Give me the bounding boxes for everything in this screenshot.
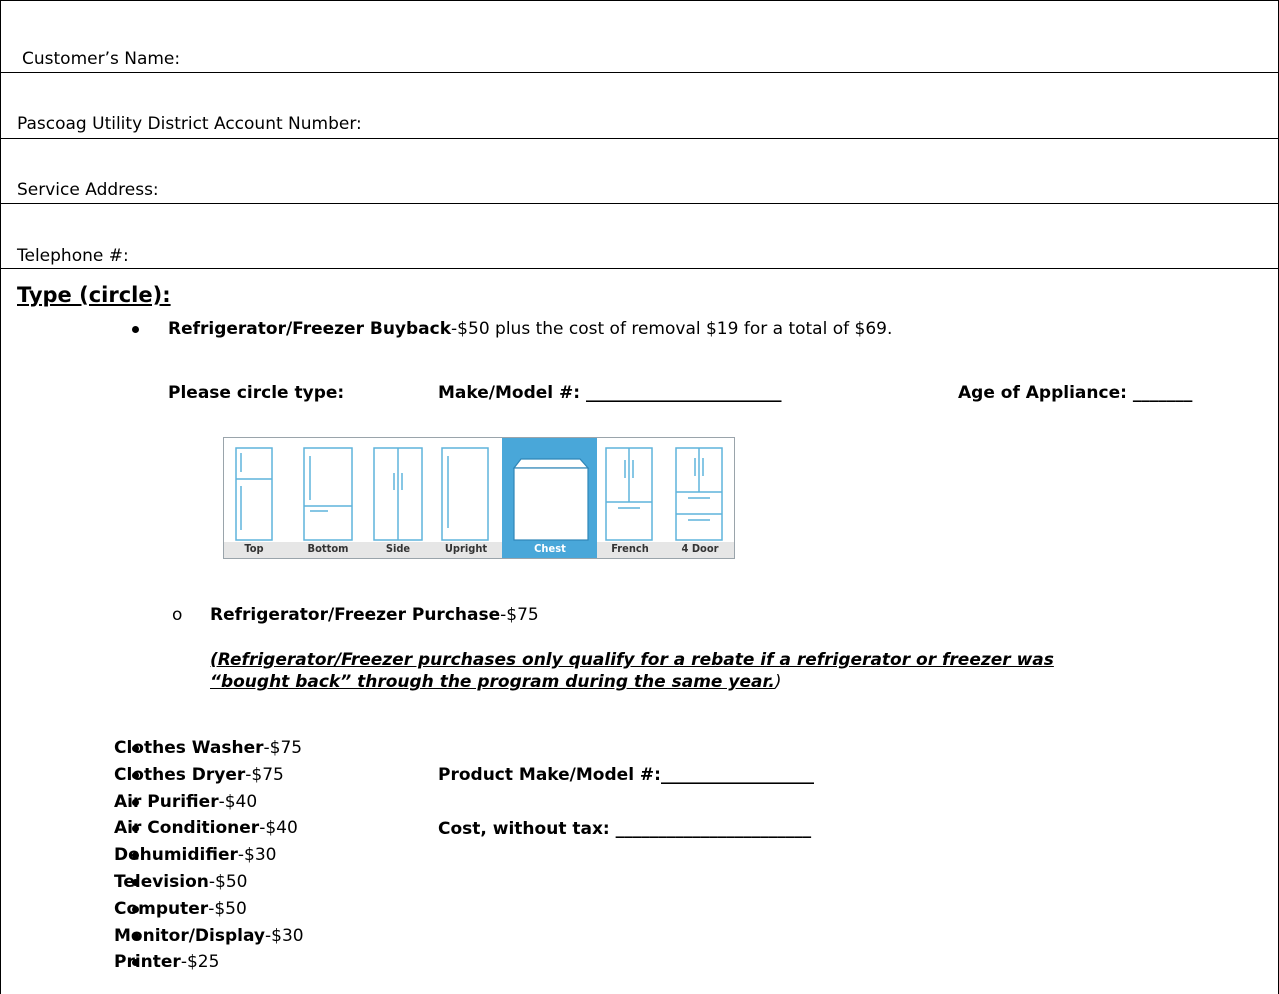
type-heading: Type (circle): [17,283,171,307]
rebate-item-price: -$50 [208,872,248,892]
purchase-line: Refrigerator/Freezer Purchase-$75 [210,605,539,625]
rebate-item[interactable]: Television-$50 [114,872,247,892]
rebate-item[interactable]: Clothes Dryer-$75 [114,765,284,785]
rebate-item-label: Computer [114,898,209,919]
table-rule [0,268,1279,269]
appliance-age-field[interactable]: Age of Appliance: _______ [958,383,1192,403]
table-rule [0,203,1279,204]
cost-field[interactable]: Cost, without tax: _____________________… [438,819,811,839]
type-label-4door: 4 Door [681,542,719,555]
type-label-chest: Chest [534,542,566,555]
purchase-price: -$75 [500,605,539,625]
rebate-item[interactable]: Air Conditioner-$40 [114,818,298,838]
product-model-field[interactable]: Product Make/Model #:__________________ [438,765,814,785]
rebate-item-price: -$30 [265,925,304,946]
hollow-bullet-icon: o [172,605,183,625]
type-label-bottom: Bottom [307,542,349,555]
rebate-item-price: -$50 [208,898,247,919]
rebate-item-label: Clothes Dryer [114,764,246,785]
purchase-note: (Refrigerator/Freezer purchases only qua… [210,649,1210,693]
rebate-item-label: Dehumidifier [114,845,238,866]
rebate-item[interactable]: Computer-$50 [114,899,247,919]
upright-freezer-icon[interactable] [441,447,489,541]
purchase-note-line1: (Refrigerator/Freezer purchases only qua… [210,650,1054,670]
account-number-field[interactable]: Pascoag Utility District Account Number: [17,114,362,134]
rebate-item-label: Television [114,872,209,892]
type-label-upright: Upright [444,542,488,555]
rebate-item-label: Monitor/Display [114,925,266,946]
type-label-side: Side [385,542,411,555]
make-model-field[interactable]: Make/Model #: _______________________ [438,383,781,403]
table-rule [0,72,1279,73]
rebate-item-price: -$30 [237,845,277,866]
fridge-type-strip: Top Bottom Side Upright Chest French 4 D… [223,437,735,559]
type-label-french: French [611,542,649,555]
rebate-item-label: Air Conditioner [114,818,260,839]
rebate-item-label: Printer [114,952,181,973]
buyback-detail: -$50 plus the cost of removal $19 for a … [451,319,893,339]
top-freezer-icon[interactable] [235,447,273,541]
rebate-item[interactable]: Monitor/Display-$30 [114,926,304,946]
buyback-label: Refrigerator/Freezer Buyback [168,319,452,339]
rebate-item[interactable]: Clothes Washer-$75 [114,738,302,758]
rebate-item[interactable]: Dehumidifier-$30 [114,845,277,865]
rebate-item-price: -$75 [245,764,284,785]
table-rule [0,138,1279,139]
fridge-type-icons [224,438,734,558]
rebate-item-label: Clothes Washer [114,738,264,758]
chest-freezer-icon[interactable] [512,458,590,541]
rebate-item-price: -$40 [218,791,258,812]
customer-name-field[interactable]: Customer’s Name: [22,49,180,69]
rebate-item-price: -$25 [180,952,220,973]
french-door-icon[interactable] [605,447,653,541]
side-by-side-icon[interactable] [373,447,423,541]
rebate-item-price: -$75 [263,738,303,758]
rebate-item[interactable]: Printer-$25 [114,952,219,972]
rebate-item[interactable]: Air Purifier-$40 [114,792,257,812]
bottom-freezer-icon[interactable] [303,447,353,541]
purchase-note-close: ) [774,672,782,692]
circle-type-label: Please circle type: [168,383,345,403]
buyback-line: Refrigerator/Freezer Buyback-$50 plus th… [168,319,892,339]
bullet-icon [132,326,139,333]
purchase-label: Refrigerator/Freezer Purchase [210,605,501,625]
rebate-item-label: Air Purifier [114,791,219,812]
type-label-top: Top [244,542,264,555]
purchase-note-line2: “bought back” through the program during… [210,672,775,692]
service-address-field[interactable]: Service Address: [17,180,159,200]
telephone-field[interactable]: Telephone #: [17,246,129,266]
four-door-icon[interactable] [675,447,723,541]
rebate-item-price: -$40 [259,818,298,839]
